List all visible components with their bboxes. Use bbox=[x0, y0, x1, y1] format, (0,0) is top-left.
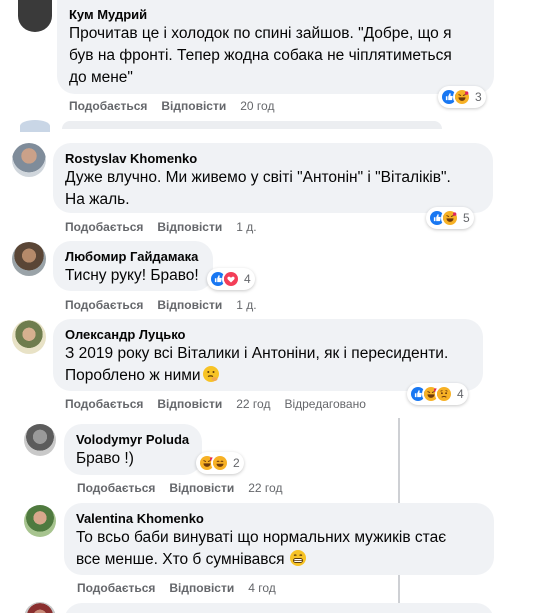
comment-time[interactable]: 1 д. bbox=[236, 298, 256, 312]
like-link[interactable]: Подобається bbox=[77, 481, 155, 495]
avatar[interactable] bbox=[12, 320, 46, 354]
edited-label: Відредаговано bbox=[284, 397, 366, 411]
comment-time[interactable]: 22 год bbox=[236, 397, 270, 411]
comment-text: На жаль. bbox=[65, 191, 130, 208]
comment-text: Браво !) bbox=[76, 450, 134, 467]
comment-bubble: Любомир Гайдамака Тисну руку! Браво! bbox=[53, 241, 213, 291]
comment-bubble: Volodymyr Poluda Браво !) bbox=[64, 424, 202, 475]
comment-time[interactable]: 4 год bbox=[248, 581, 276, 595]
comment-text: Прочитав це і холодок по спині зайшов. "… bbox=[69, 25, 452, 42]
comment-text: Тисну руку! Браво! bbox=[65, 267, 199, 284]
like-link[interactable]: Подобається bbox=[65, 397, 143, 411]
avatar[interactable] bbox=[24, 505, 56, 537]
comment-author[interactable]: Олександр Луцько bbox=[65, 326, 471, 343]
avatar[interactable] bbox=[12, 143, 46, 177]
collapsed-reply-edge bbox=[62, 121, 442, 129]
comment-text-part: все менше. Хто б сумнівався bbox=[76, 551, 285, 568]
comment-text: був на фронті. Тепер жодна собака не чіп… bbox=[69, 47, 452, 64]
avatar[interactable] bbox=[24, 602, 56, 613]
reply-link[interactable]: Відповісти bbox=[161, 99, 226, 113]
comment-bubble bbox=[64, 603, 494, 613]
like-link[interactable]: Подобається bbox=[69, 99, 147, 113]
comment-text: То всьо баби винуваті що нормальних мужи… bbox=[76, 529, 447, 546]
reply-link[interactable]: Відповісти bbox=[157, 397, 222, 411]
haha-icon bbox=[441, 209, 459, 227]
comment-time[interactable]: 22 год bbox=[248, 481, 282, 495]
comment-bubble: Valentina Khomenko То всьо баби винуваті… bbox=[64, 503, 494, 575]
comment-actions: Подобається Відповісти 1 д. bbox=[65, 219, 271, 235]
thinking-face-icon bbox=[202, 365, 220, 383]
haha-icon bbox=[453, 88, 471, 106]
comment-text: все менше. Хто б сумнівався bbox=[76, 549, 482, 571]
avatar[interactable] bbox=[18, 0, 52, 32]
comment-author[interactable]: Rostyslav Khomenko bbox=[65, 150, 481, 167]
like-link[interactable]: Подобається bbox=[77, 581, 155, 595]
love-icon bbox=[222, 270, 240, 288]
reaction-count: 4 bbox=[244, 272, 251, 286]
reaction-count: 3 bbox=[475, 90, 482, 104]
comment-author[interactable]: Кум Мудрий bbox=[69, 6, 482, 23]
comment-text: Пороблено ж ними bbox=[65, 365, 471, 387]
avatar[interactable] bbox=[24, 424, 56, 456]
reply-link[interactable]: Відповісти bbox=[157, 298, 222, 312]
comment-author[interactable]: Volodymyr Poluda bbox=[76, 431, 190, 448]
reactions-summary[interactable]: 3 bbox=[438, 86, 486, 108]
reaction-count: 2 bbox=[233, 456, 240, 470]
comment-author[interactable]: Любомир Гайдамака bbox=[65, 248, 201, 265]
comment-text: до мене" bbox=[69, 69, 133, 86]
comment-time[interactable]: 20 год bbox=[240, 99, 274, 113]
comment-time[interactable]: 1 д. bbox=[236, 220, 256, 234]
comment-actions: Подобається Відповісти 22 год Відредаговано bbox=[65, 396, 380, 412]
reaction-count: 5 bbox=[463, 211, 470, 225]
avatar[interactable] bbox=[12, 242, 46, 276]
laugh-icon bbox=[211, 454, 229, 472]
like-link[interactable]: Подобається bbox=[65, 220, 143, 234]
grimace-face-icon bbox=[289, 549, 307, 567]
reply-link[interactable]: Відповісти bbox=[169, 481, 234, 495]
reactions-summary[interactable]: 4 bbox=[207, 268, 255, 290]
comment-text-part: Пороблено ж ними bbox=[65, 367, 201, 384]
comment-text: Дуже влучно. Ми живемо у світі "Антонін"… bbox=[65, 169, 451, 186]
comment-author[interactable]: Valentina Khomenko bbox=[76, 510, 482, 527]
comment-bubble: Кум Мудрий Прочитав це і холодок по спин… bbox=[57, 0, 494, 94]
reactions-summary[interactable]: 4 bbox=[407, 383, 468, 405]
comment-actions: Подобається Відповісти 22 год bbox=[77, 480, 296, 496]
comment-bubble: Олександр Луцько З 2019 року всі Віталик… bbox=[53, 319, 483, 391]
comment-actions: Подобається Відповісти 20 год bbox=[69, 98, 288, 114]
reply-link[interactable]: Відповісти bbox=[157, 220, 222, 234]
reaction-count: 4 bbox=[457, 387, 464, 401]
comment-actions: Подобається Відповісти 1 д. bbox=[65, 297, 271, 313]
sad-icon bbox=[435, 385, 453, 403]
comment-bubble: Rostyslav Khomenko Дуже влучно. Ми живем… bbox=[53, 143, 493, 213]
comment-text: З 2019 року всі Віталики і Антоніни, як … bbox=[65, 345, 449, 362]
collapsed-reply-edge bbox=[20, 120, 50, 132]
reply-link[interactable]: Відповісти bbox=[169, 581, 234, 595]
like-link[interactable]: Подобається bbox=[65, 298, 143, 312]
reactions-summary[interactable]: 5 bbox=[426, 207, 474, 229]
reactions-summary[interactable]: 2 bbox=[196, 452, 244, 474]
comment-actions: Подобається Відповісти 4 год bbox=[77, 580, 290, 596]
